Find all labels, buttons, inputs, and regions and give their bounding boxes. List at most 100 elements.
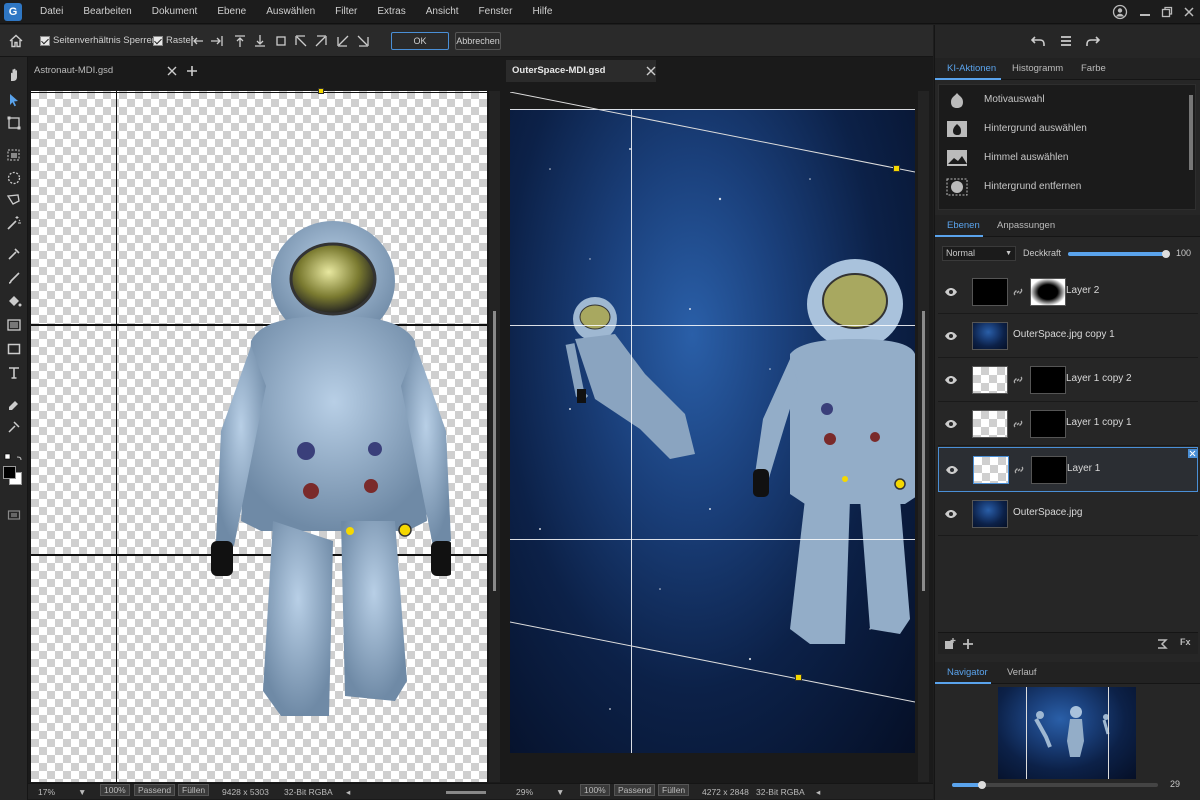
- home-icon[interactable]: [8, 33, 24, 49]
- tab-farbe[interactable]: Farbe: [1081, 58, 1106, 80]
- layer-mask-thumbnail[interactable]: [1031, 456, 1067, 484]
- layer-mask-thumbnail[interactable]: [1030, 366, 1066, 394]
- zoom-100-button[interactable]: 100%: [100, 784, 130, 796]
- menu-dokument[interactable]: Dokument: [142, 0, 208, 24]
- visibility-eye-icon[interactable]: [944, 373, 958, 387]
- gradient-tool-icon[interactable]: [5, 316, 23, 334]
- clone-tool-icon[interactable]: [5, 418, 23, 436]
- menu-datei[interactable]: Datei: [30, 0, 73, 24]
- opacity-value[interactable]: 100: [1176, 248, 1191, 258]
- tab-anpassungen[interactable]: Anpassungen: [997, 215, 1055, 237]
- shape-tool-icon[interactable]: [5, 340, 23, 358]
- navigator-zoom-slider[interactable]: [952, 781, 1158, 789]
- tab-histogramm[interactable]: Histogramm: [1012, 58, 1063, 80]
- foreground-color-swatch[interactable]: [3, 466, 16, 479]
- tab-verlauf[interactable]: Verlauf: [1007, 662, 1037, 684]
- add-icon[interactable]: [962, 638, 974, 650]
- fill-button[interactable]: Füllen: [178, 784, 210, 796]
- visibility-eye-icon[interactable]: [944, 417, 958, 431]
- scroll-left-icon[interactable]: ◂: [816, 784, 820, 800]
- menu-filter[interactable]: Filter: [325, 0, 367, 24]
- opacity-slider-knob[interactable]: [1162, 250, 1170, 258]
- navigator-viewport-frame[interactable]: [1026, 687, 1109, 779]
- swap-colors-icon[interactable]: [4, 453, 24, 461]
- navigator-preview[interactable]: [998, 687, 1136, 779]
- align-bottom-icon[interactable]: [253, 34, 267, 48]
- transform-handle[interactable]: [795, 674, 802, 681]
- hand-tool-icon[interactable]: [5, 66, 23, 84]
- tab-close-icon[interactable]: [645, 65, 657, 77]
- transform-handle[interactable]: [893, 165, 900, 172]
- layer-row-outerspace[interactable]: OuterSpace.jpg: [938, 492, 1198, 536]
- menu-fenster[interactable]: Fenster: [469, 0, 523, 24]
- ki-item-motivauswahl[interactable]: Motivauswahl: [944, 86, 1164, 114]
- scrollbar-thumb[interactable]: [922, 311, 925, 591]
- fill-bucket-icon[interactable]: [5, 292, 23, 310]
- align-bottom-right-icon[interactable]: [356, 34, 370, 48]
- history-list-icon[interactable]: [1059, 34, 1073, 48]
- menu-auswaehlen[interactable]: Auswählen: [256, 0, 325, 24]
- layer-close-icon[interactable]: [1188, 449, 1197, 458]
- align-top-icon[interactable]: [233, 34, 247, 48]
- grid-checkbox[interactable]: Raster: [153, 35, 194, 46]
- merge-layers-icon[interactable]: [1156, 638, 1168, 650]
- navigator-zoom-value[interactable]: 29: [1170, 779, 1180, 789]
- tab-outerspace[interactable]: OuterSpace-MDI.gsd: [506, 60, 656, 82]
- magic-select-tool-icon[interactable]: [5, 146, 23, 164]
- text-tool-icon[interactable]: [5, 364, 23, 382]
- zoom-dropdown-icon[interactable]: ▼: [78, 784, 86, 800]
- ki-item-hintergrund-entfernen[interactable]: Hintergrund entfernen: [944, 173, 1164, 201]
- tab-ki-aktionen[interactable]: KI-Aktionen: [947, 58, 996, 80]
- center-icon[interactable]: [274, 34, 288, 48]
- quick-mask-icon[interactable]: [5, 506, 23, 524]
- brush-tool-icon[interactable]: [5, 269, 23, 287]
- undo-icon[interactable]: [1031, 34, 1045, 48]
- scroll-left-icon[interactable]: ◂: [346, 784, 350, 800]
- fit-button[interactable]: Passend: [134, 784, 176, 796]
- tab-astronaut[interactable]: Astronaut-MDI.gsd: [28, 60, 208, 82]
- align-right-icon[interactable]: [210, 34, 224, 48]
- magic-wand-icon[interactable]: [5, 214, 23, 232]
- align-left-icon[interactable]: [190, 34, 204, 48]
- move-tool-icon[interactable]: [5, 91, 23, 109]
- zoom-100-button[interactable]: 100%: [580, 784, 610, 796]
- aspect-lock-checkbox[interactable]: Seitenverhältnis Sperren: [40, 35, 157, 46]
- menu-ansicht[interactable]: Ansicht: [416, 0, 469, 24]
- blend-mode-select[interactable]: Normal ▼: [942, 246, 1016, 261]
- new-tab-icon[interactable]: [186, 65, 198, 77]
- zoom-value[interactable]: 29%: [516, 784, 533, 800]
- menu-bearbeiten[interactable]: Bearbeiten: [73, 0, 141, 24]
- scrollbar-thumb[interactable]: [493, 311, 496, 591]
- align-top-left-icon[interactable]: [294, 34, 308, 48]
- link-icon[interactable]: [1012, 286, 1024, 298]
- ellipse-select-tool-icon[interactable]: [5, 169, 23, 187]
- align-top-right-icon[interactable]: [314, 34, 328, 48]
- eyedropper-icon[interactable]: [5, 245, 23, 263]
- ok-button[interactable]: OK: [391, 32, 449, 50]
- layer-row-layer-2[interactable]: Layer 2: [938, 270, 1198, 314]
- user-account-icon[interactable]: [1111, 3, 1129, 21]
- menu-extras[interactable]: Extras: [367, 0, 415, 24]
- transform-handle[interactable]: [318, 88, 324, 94]
- vertical-scrollbar[interactable]: [489, 91, 500, 782]
- canvas-astronaut[interactable]: [31, 91, 487, 782]
- lasso-tool-icon[interactable]: [5, 191, 23, 209]
- minimize-icon[interactable]: [1136, 3, 1154, 21]
- close-icon[interactable]: [1180, 3, 1198, 21]
- tab-close-icon[interactable]: [166, 65, 178, 77]
- visibility-eye-icon[interactable]: [944, 507, 958, 521]
- layer-row-layer-1-selected[interactable]: Layer 1: [938, 447, 1198, 492]
- layer-row-layer-1-copy-2[interactable]: Layer 1 copy 2: [938, 358, 1198, 402]
- transform-tool-icon[interactable]: [5, 114, 23, 132]
- tab-ebenen[interactable]: Ebenen: [947, 215, 980, 237]
- layer-row-outerspace-copy-1[interactable]: OuterSpace.jpg copy 1: [938, 314, 1198, 358]
- visibility-eye-icon[interactable]: [944, 329, 958, 343]
- zoom-value[interactable]: 17%: [38, 784, 55, 800]
- fill-button[interactable]: Füllen: [658, 784, 690, 796]
- layer-row-layer-1-copy-1[interactable]: Layer 1 copy 1: [938, 402, 1198, 446]
- effects-fx-icon[interactable]: Fx: [1180, 637, 1191, 647]
- redo-icon[interactable]: [1086, 34, 1100, 48]
- align-bottom-left-icon[interactable]: [336, 34, 350, 48]
- ki-item-hintergrund-auswaehlen[interactable]: Hintergrund auswählen: [944, 115, 1164, 143]
- fit-button[interactable]: Passend: [614, 784, 656, 796]
